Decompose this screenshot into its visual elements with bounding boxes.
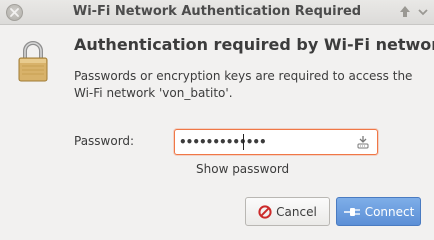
dialog-message: Passwords or encryption keys are require… [74,69,413,100]
connect-button[interactable]: Connect [336,197,421,226]
show-password-toggle[interactable]: Show password [196,162,289,176]
title-bar[interactable]: Wi-Fi Network Authentication Required [0,0,434,25]
unmaximize-icon[interactable] [416,4,430,20]
connect-button-label: Connect [364,204,415,219]
text-caret [243,134,244,150]
window-title: Wi-Fi Network Authentication Required [72,4,362,19]
lock-icon [18,41,48,82]
password-label: Password: [74,134,135,148]
cancel-icon [258,204,272,219]
cancel-button[interactable]: Cancel [245,197,330,226]
connect-icon [343,207,360,216]
auth-dialog-window: Wi-Fi Network Authentication Required Au… [0,0,434,240]
keyboard-icon[interactable] [357,135,369,149]
cancel-button-label: Cancel [276,204,317,219]
password-field[interactable]: ••••••••••••• [174,129,378,155]
password-masked-value: ••••••••••••• [179,135,267,149]
keep-above-icon[interactable] [398,4,412,20]
dialog-heading: Authentication required by Wi-Fi network [74,35,434,54]
